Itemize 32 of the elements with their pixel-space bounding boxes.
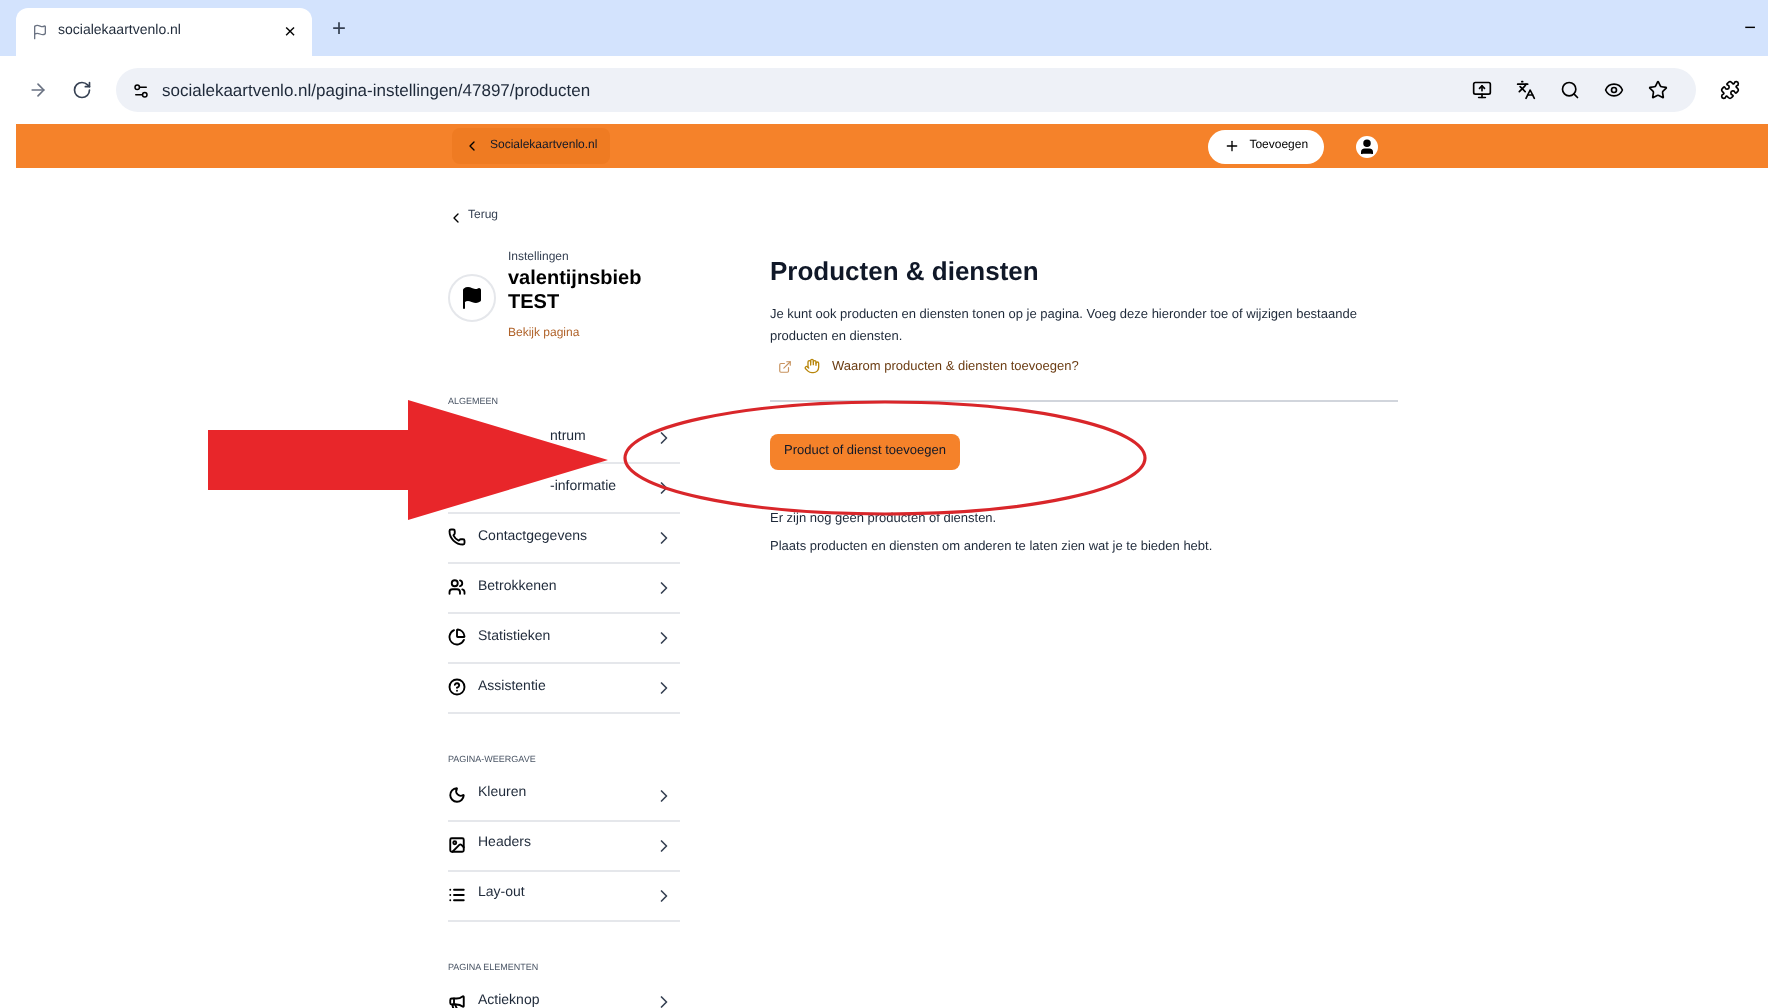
user-avatar-icon[interactable] [1356,135,1379,157]
plus-icon [1223,138,1240,154]
page-name: valentijnsbieb TEST [508,268,644,316]
pointing-hand-icon [804,358,820,375]
page-title: Producten & diensten [770,254,1041,290]
bookmark-icon[interactable] [1648,80,1668,100]
back-icon[interactable] [28,80,48,100]
external-link-icon [778,359,792,374]
url-text: socialekaartvenlo.nl/pagina-instellingen/47897/producten [162,77,591,103]
megaphone-icon [448,993,466,1008]
pie-chart-icon [448,628,466,647]
install-icon[interactable] [1472,80,1492,100]
address-bar[interactable]: socialekaartvenlo.nl/pagina-instellingen/47897/producten [116,68,1696,112]
list-icon [448,886,466,904]
favicon-icon [32,24,48,40]
people-icon [448,578,466,597]
reload-icon[interactable] [72,80,92,100]
help-icon [448,678,466,697]
moon-icon [448,786,466,804]
translate-icon[interactable] [1516,80,1536,100]
eye-icon[interactable] [1604,80,1624,100]
chevron-icon [448,209,464,225]
extensions-icon[interactable] [1720,80,1740,100]
minimize-button[interactable]: − [1744,14,1756,44]
flag-icon [460,285,484,309]
new-tab-button[interactable]: + [332,10,347,46]
phone-icon [448,528,466,547]
image-icon [448,836,466,854]
tab-close[interactable]: × [284,17,296,47]
chevron-icon [464,138,480,154]
zoom-icon[interactable] [1560,80,1580,100]
site-settings-icon[interactable] [132,81,150,99]
